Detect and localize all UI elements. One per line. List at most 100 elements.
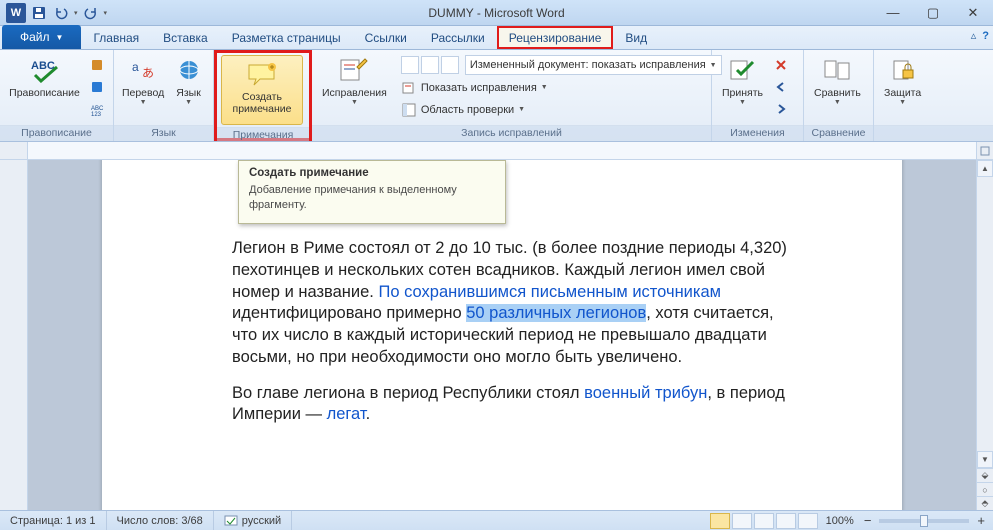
chevron-down-icon: ▼ <box>140 99 147 106</box>
tab-review[interactable]: Рецензирование <box>497 26 614 49</box>
help-corner: ▵ ? <box>971 29 989 42</box>
language-button[interactable]: Язык ▼ <box>168 52 209 122</box>
accept-icon <box>727 54 759 86</box>
status-bar: Страница: 1 из 1 Число слов: 3/68 русски… <box>0 510 993 530</box>
new-comment-button[interactable]: Создать примечание <box>221 55 303 125</box>
group-compare-label: Сравнение <box>804 125 873 141</box>
thesaurus-button[interactable] <box>85 76 109 97</box>
hyperlink[interactable]: легат <box>327 405 366 423</box>
selection[interactable]: 50 различных легионов <box>466 304 646 322</box>
research-button[interactable] <box>85 54 109 75</box>
view-web-layout[interactable] <box>754 513 774 529</box>
vertical-scrollbar[interactable]: ▲ ▼ ⬙ ○ ⬘ <box>976 160 993 510</box>
chevron-down-icon: ▼ <box>518 106 525 113</box>
zoom-level[interactable]: 100% <box>826 515 854 527</box>
spelling-button[interactable]: ABC Правописание <box>4 52 85 122</box>
group-protect-label <box>874 125 993 141</box>
next-icon <box>773 101 789 117</box>
hyperlink[interactable]: По сохранившимся письменным источникам <box>378 283 721 301</box>
tab-mailings[interactable]: Рассылки <box>419 26 497 49</box>
quick-access-toolbar: W ▾ ▾ <box>0 3 107 23</box>
status-language[interactable]: русский <box>214 511 292 530</box>
thesaurus-icon <box>89 79 105 95</box>
status-language-label: русский <box>242 515 281 527</box>
tooltip-title: Создать примечание <box>249 167 495 179</box>
accept-button[interactable]: Принять ▼ <box>716 52 769 122</box>
balloon-toggle-2[interactable] <box>421 56 439 74</box>
abc-check-icon: ABC <box>29 54 61 86</box>
scroll-down-button[interactable]: ▼ <box>977 451 993 468</box>
text-run: Во главе легиона в период Республики сто… <box>232 384 584 402</box>
window-controls: — ▢ ✕ <box>873 0 993 26</box>
group-proofing-label: Правописание <box>0 125 113 141</box>
chevron-down-icon: ▼ <box>541 84 548 91</box>
minimize-button[interactable]: — <box>873 0 913 26</box>
svg-text:あ: あ <box>142 66 154 80</box>
chevron-down-icon: ▼ <box>351 99 358 106</box>
prev-change-button[interactable] <box>769 76 793 97</box>
paragraph-2[interactable]: Во главе легиона в период Республики сто… <box>232 383 794 427</box>
tab-home[interactable]: Главная <box>81 26 151 49</box>
new-comment-label: Создать примечание <box>233 91 292 115</box>
ruler-track[interactable] <box>28 142 976 159</box>
tab-references[interactable]: Ссылки <box>353 26 419 49</box>
ruler-toggle[interactable] <box>976 142 993 159</box>
protect-button[interactable]: Защита ▼ <box>878 52 927 122</box>
reject-button[interactable] <box>769 54 793 75</box>
object-browse-down[interactable]: ⬘ <box>977 496 993 510</box>
tab-file[interactable]: Файл ▼ <box>2 25 81 49</box>
qat-customize-icon[interactable]: ▾ <box>104 9 108 17</box>
object-browse-select[interactable]: ○ <box>977 482 993 496</box>
paragraph-1[interactable]: Легион в Риме состоял от 2 до 10 тыс. (в… <box>232 238 794 369</box>
tab-insert[interactable]: Вставка <box>151 26 220 49</box>
zoom-slider[interactable] <box>879 519 969 523</box>
tab-layout[interactable]: Разметка страницы <box>220 26 353 49</box>
compare-icon <box>821 54 853 86</box>
next-change-button[interactable] <box>769 98 793 119</box>
tooltip-description: Добавление примечания к выделенному фраг… <box>249 183 495 213</box>
group-comments-label: Примечания <box>217 127 309 141</box>
balloon-toggle-1[interactable] <box>401 56 419 74</box>
display-for-review-dropdown[interactable]: Измененный документ: показать исправлени… <box>465 55 722 75</box>
wordcount-button[interactable]: ABC123 <box>85 98 109 119</box>
minimize-ribbon-icon[interactable]: ▵ <box>971 29 977 42</box>
scroll-up-button[interactable]: ▲ <box>977 160 993 177</box>
accept-label: Принять <box>722 87 763 99</box>
view-print-layout[interactable] <box>710 513 730 529</box>
display-for-review-label: Измененный документ: показать исправлени… <box>470 59 706 71</box>
vertical-ruler[interactable] <box>0 160 28 510</box>
maximize-button[interactable]: ▢ <box>913 0 953 26</box>
count-icon: ABC123 <box>89 101 105 117</box>
lock-icon <box>887 54 919 86</box>
undo-icon[interactable] <box>52 4 70 22</box>
view-draft[interactable] <box>798 513 818 529</box>
hyperlink[interactable]: военный трибун <box>584 384 707 402</box>
document-canvas[interactable]: Создать примечание Добавление примечания… <box>28 160 976 510</box>
show-markup-dropdown[interactable]: Показать исправления ▼ <box>397 77 707 98</box>
translate-button[interactable]: aあ Перевод ▼ <box>118 52 168 122</box>
chevron-down-icon: ▼ <box>834 99 841 106</box>
horizontal-ruler[interactable] <box>0 142 993 160</box>
view-outline[interactable] <box>776 513 796 529</box>
zoom-thumb[interactable] <box>920 515 928 527</box>
status-wordcount[interactable]: Число слов: 3/68 <box>107 511 214 530</box>
prev-icon <box>773 79 789 95</box>
reviewing-pane-dropdown[interactable]: Область проверки ▼ <box>397 99 707 120</box>
status-page[interactable]: Страница: 1 из 1 <box>0 511 107 530</box>
close-button[interactable]: ✕ <box>953 0 993 26</box>
translate-label: Перевод <box>122 87 164 99</box>
undo-dropdown-icon[interactable]: ▾ <box>74 9 78 17</box>
help-icon[interactable]: ? <box>982 30 989 42</box>
compare-button[interactable]: Сравнить ▼ <box>808 52 867 122</box>
save-icon[interactable] <box>30 4 48 22</box>
track-changes-button[interactable]: Исправления ▼ <box>316 52 393 122</box>
group-protect: Защита ▼ <box>874 50 993 141</box>
track-changes-label: Исправления <box>322 87 387 99</box>
view-full-screen[interactable] <box>732 513 752 529</box>
redo-icon[interactable] <box>82 4 100 22</box>
language-label: Язык <box>176 87 201 99</box>
balloon-toggle-3[interactable] <box>441 56 459 74</box>
tab-view[interactable]: Вид <box>613 26 659 49</box>
scroll-track[interactable] <box>977 177 993 451</box>
object-browse-up[interactable]: ⬙ <box>977 468 993 482</box>
